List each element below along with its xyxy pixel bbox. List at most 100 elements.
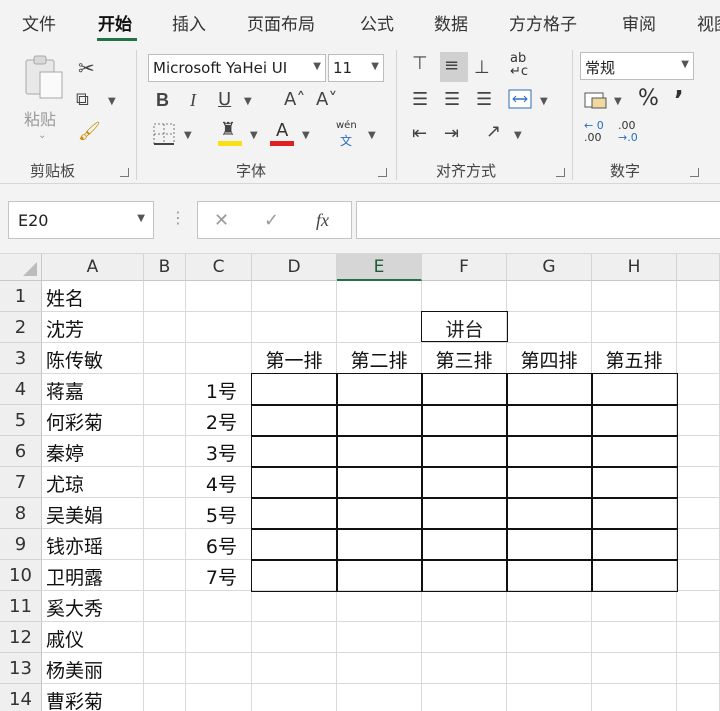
grid-cell[interactable] bbox=[144, 529, 186, 560]
grid-cell[interactable] bbox=[422, 653, 507, 684]
grid-cell[interactable] bbox=[507, 560, 592, 591]
percent-style-button[interactable]: % bbox=[638, 86, 659, 111]
grid-cell[interactable] bbox=[186, 622, 252, 653]
borders-dropdown-icon[interactable]: ▼ bbox=[184, 130, 192, 141]
grid-cell[interactable] bbox=[337, 684, 422, 711]
seat-number-cell[interactable]: 2号 bbox=[186, 405, 252, 436]
grid-cell[interactable] bbox=[252, 467, 337, 498]
grid-cell[interactable] bbox=[337, 529, 422, 560]
grid-cell[interactable] bbox=[422, 622, 507, 653]
format-painter-icon[interactable]: 🖌 bbox=[78, 122, 101, 142]
grid-cell[interactable] bbox=[592, 591, 677, 622]
column-header[interactable] bbox=[677, 254, 720, 281]
grid-cell[interactable] bbox=[677, 560, 720, 591]
grid-cell[interactable] bbox=[252, 312, 337, 343]
grid-cell[interactable] bbox=[337, 374, 422, 405]
copy-icon[interactable]: ⧉ bbox=[76, 90, 89, 110]
grid-cell[interactable] bbox=[144, 560, 186, 591]
phonetic-button[interactable]: wén 文 bbox=[334, 120, 360, 148]
grid-cell[interactable] bbox=[186, 343, 252, 374]
grid-cell[interactable] bbox=[507, 498, 592, 529]
grid-cell[interactable] bbox=[144, 343, 186, 374]
grid-cell[interactable] bbox=[144, 374, 186, 405]
row-label-cell[interactable]: 第四排 bbox=[507, 343, 592, 374]
paste-button[interactable]: 粘贴 ⌄ bbox=[20, 54, 68, 144]
row-header[interactable]: 9 bbox=[0, 529, 42, 560]
tab-formulas[interactable]: 公式 bbox=[360, 10, 394, 35]
enter-icon[interactable]: ✓ bbox=[264, 210, 279, 231]
row-header[interactable]: 11 bbox=[0, 591, 42, 622]
font-launcher-icon[interactable] bbox=[378, 168, 387, 177]
grid-cell[interactable] bbox=[144, 436, 186, 467]
align-middle-icon[interactable]: ≡ bbox=[444, 56, 459, 76]
grid-cell[interactable] bbox=[677, 343, 720, 374]
font-color-dropdown-icon[interactable]: ▼ bbox=[302, 130, 310, 141]
grid-cell[interactable] bbox=[144, 467, 186, 498]
grid-cell[interactable] bbox=[186, 591, 252, 622]
seat-number-cell[interactable]: 6号 bbox=[186, 529, 252, 560]
grid-cell[interactable] bbox=[677, 684, 720, 711]
grid-cell[interactable] bbox=[422, 405, 507, 436]
grid-cell[interactable] bbox=[677, 529, 720, 560]
grid-cell[interactable] bbox=[422, 684, 507, 711]
grid-cell[interactable] bbox=[592, 560, 677, 591]
seat-number-cell[interactable]: 3号 bbox=[186, 436, 252, 467]
number-format-select[interactable]: 常规 ▼ bbox=[580, 52, 694, 80]
fill-color-dropdown-icon[interactable]: ▼ bbox=[250, 130, 258, 141]
name-cell[interactable]: 尤琼 bbox=[42, 467, 144, 498]
row-label-cell[interactable]: 第三排 bbox=[422, 343, 507, 374]
row-header[interactable]: 10 bbox=[0, 560, 42, 591]
name-cell[interactable]: 戚仪 bbox=[42, 622, 144, 653]
grid-cell[interactable] bbox=[252, 281, 337, 312]
grid-cell[interactable] bbox=[677, 653, 720, 684]
column-header[interactable]: G bbox=[507, 254, 592, 281]
align-right-icon[interactable]: ☰ bbox=[476, 90, 492, 110]
grid-cell[interactable] bbox=[507, 529, 592, 560]
seat-number-cell[interactable]: 4号 bbox=[186, 467, 252, 498]
bold-button[interactable]: B bbox=[156, 90, 169, 110]
font-color-button[interactable]: A bbox=[270, 120, 296, 148]
grid-cell[interactable] bbox=[252, 529, 337, 560]
name-cell[interactable]: 杨美丽 bbox=[42, 653, 144, 684]
column-header[interactable]: D bbox=[252, 254, 337, 281]
grid-cell[interactable] bbox=[677, 498, 720, 529]
italic-button[interactable]: I bbox=[190, 90, 196, 110]
grid-cell[interactable] bbox=[592, 405, 677, 436]
row-header[interactable]: 4 bbox=[0, 374, 42, 405]
name-cell[interactable]: 何彩菊 bbox=[42, 405, 144, 436]
grid-cell[interactable] bbox=[337, 622, 422, 653]
name-box[interactable]: E20 ▼ bbox=[8, 201, 154, 239]
grid-cell[interactable] bbox=[337, 436, 422, 467]
grid-cell[interactable] bbox=[337, 467, 422, 498]
grid-cell[interactable] bbox=[592, 529, 677, 560]
grid-cell[interactable] bbox=[144, 312, 186, 343]
podium-cell[interactable]: 讲台 bbox=[421, 311, 508, 342]
row-header[interactable]: 1 bbox=[0, 281, 42, 312]
grid-cell[interactable] bbox=[677, 436, 720, 467]
name-cell[interactable]: 钱亦瑶 bbox=[42, 529, 144, 560]
grid-cell[interactable] bbox=[592, 312, 677, 343]
grid-cell[interactable] bbox=[507, 591, 592, 622]
row-label-cell[interactable]: 第二排 bbox=[337, 343, 422, 374]
underline-button[interactable]: U bbox=[218, 90, 231, 110]
grid-cell[interactable] bbox=[592, 684, 677, 711]
align-left-icon[interactable]: ☰ bbox=[412, 90, 428, 110]
alignment-launcher-icon[interactable] bbox=[556, 168, 565, 177]
row-header[interactable]: 2 bbox=[0, 312, 42, 343]
clipboard-launcher-icon[interactable] bbox=[120, 168, 129, 177]
name-cell[interactable]: 陈传敏 bbox=[42, 343, 144, 374]
tab-review[interactable]: 审阅 bbox=[622, 10, 656, 35]
grid-cell[interactable] bbox=[252, 653, 337, 684]
font-name-select[interactable]: Microsoft YaHei UI ▼ bbox=[148, 54, 326, 82]
name-cell[interactable]: 蒋嘉 bbox=[42, 374, 144, 405]
decrease-indent-icon[interactable]: ⇤ bbox=[412, 124, 427, 144]
cancel-icon[interactable]: ✕ bbox=[214, 210, 229, 231]
tab-page-layout[interactable]: 页面布局 bbox=[247, 10, 315, 35]
seat-number-cell[interactable]: 7号 bbox=[186, 560, 252, 591]
fill-color-button[interactable]: ♜ bbox=[218, 120, 244, 148]
grid-cell[interactable] bbox=[252, 560, 337, 591]
name-cell[interactable]: 卫明露 bbox=[42, 560, 144, 591]
grid-cell[interactable] bbox=[144, 405, 186, 436]
grid-cell[interactable] bbox=[186, 312, 252, 343]
grid-cell[interactable] bbox=[422, 467, 507, 498]
